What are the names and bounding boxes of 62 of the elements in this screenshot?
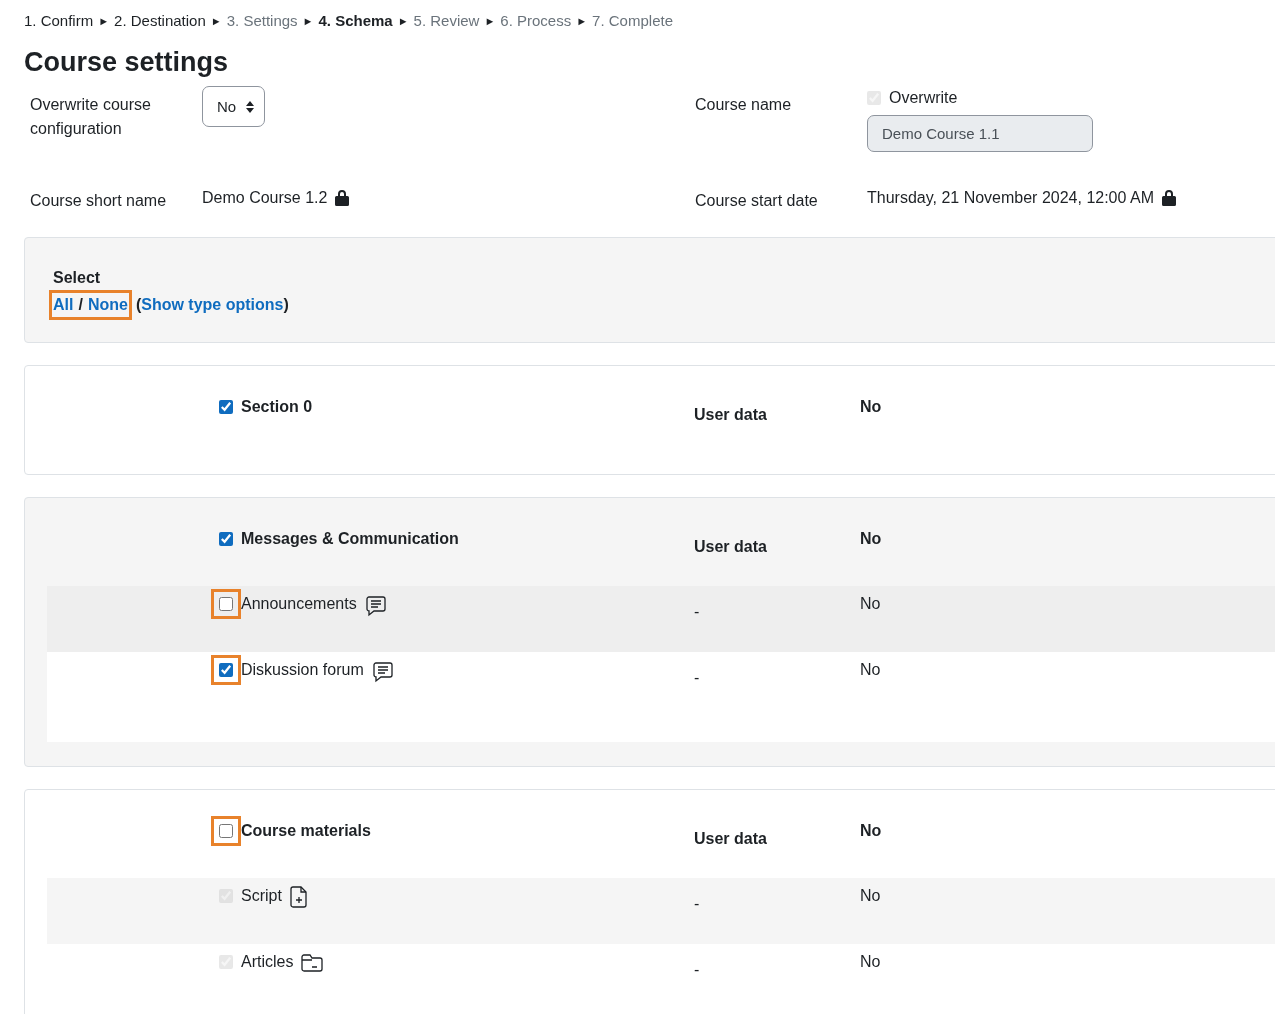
- field-value: Demo Course 1.2: [202, 187, 328, 208]
- user-data-value: No: [860, 397, 883, 417]
- item-label: Announcements: [241, 594, 357, 614]
- item-checkbox[interactable]: [219, 597, 233, 611]
- value-cell-text: No: [860, 660, 882, 680]
- field-label: Course start date: [695, 191, 819, 211]
- value-cell-text: No: [860, 952, 882, 972]
- step-separator: ►: [397, 14, 409, 27]
- lock-icon: [335, 189, 350, 206]
- item-checkbox[interactable]: [219, 663, 233, 677]
- checkbox-label: Overwrite: [889, 88, 958, 108]
- user-data-cell-text: -: [694, 960, 701, 980]
- step-label: 1. Confirm: [24, 12, 94, 29]
- step-label: 7. Complete: [592, 12, 673, 29]
- value-cell-text: No: [860, 886, 882, 906]
- item-label: Diskussion forum: [241, 660, 364, 680]
- show-type-options-link[interactable]: Show type options: [141, 294, 284, 316]
- item-label: Articles: [241, 952, 294, 972]
- user-data-cell-text: -: [694, 668, 701, 688]
- user-data-value: No: [860, 529, 883, 549]
- user-data-cell-text: -: [694, 602, 701, 622]
- step-label: 2. Destination: [114, 12, 206, 29]
- field-label: Overwrite course configuration: [30, 95, 152, 139]
- slash-text: /: [78, 295, 83, 315]
- paren-text: (: [135, 295, 142, 315]
- section-title: Messages & Communication: [241, 529, 459, 549]
- section-checkbox[interactable]: [219, 824, 233, 838]
- section-title: Section 0: [241, 397, 313, 417]
- step-label: 5. Review: [413, 12, 480, 29]
- field-label: Course name: [695, 95, 793, 115]
- column-label: User data: [694, 537, 768, 557]
- step-separator: ►: [484, 14, 496, 27]
- speech-bubble-icon: [364, 595, 387, 617]
- section-checkbox[interactable]: [219, 400, 233, 414]
- step-label: 6. Process: [500, 12, 572, 29]
- section-title: Course materials: [241, 821, 371, 841]
- page-title: Course settings: [24, 47, 230, 78]
- field-value: Thursday, 21 November 2024, 12:00 AM: [867, 187, 1154, 208]
- folder-icon: [301, 953, 324, 973]
- file-plus-icon: [289, 886, 308, 908]
- lock-icon: [1162, 189, 1176, 206]
- step-label: 4. Schema: [318, 12, 393, 29]
- sort-caret-icon: [246, 100, 255, 113]
- item-label: Script: [241, 886, 282, 906]
- none-link[interactable]: None: [87, 294, 128, 316]
- select-heading: Select: [53, 268, 101, 288]
- column-label: User data: [694, 829, 768, 849]
- step-separator: ►: [302, 14, 314, 27]
- speech-bubble-icon: [371, 661, 394, 683]
- section-checkbox[interactable]: [219, 532, 233, 546]
- user-data-cell-text: -: [694, 894, 701, 914]
- all-link[interactable]: All: [53, 294, 74, 316]
- step-separator: ►: [98, 14, 110, 27]
- paren-text: ): [283, 295, 289, 315]
- step-separator: ►: [210, 14, 222, 27]
- field-label: Course short name: [30, 191, 168, 211]
- user-data-value: No: [860, 821, 883, 841]
- column-label: User data: [694, 405, 768, 425]
- step-label: 3. Settings: [226, 12, 298, 29]
- overwrite-select[interactable]: No: [202, 86, 266, 127]
- step-separator: ►: [576, 14, 588, 27]
- value-cell-text: No: [860, 594, 882, 614]
